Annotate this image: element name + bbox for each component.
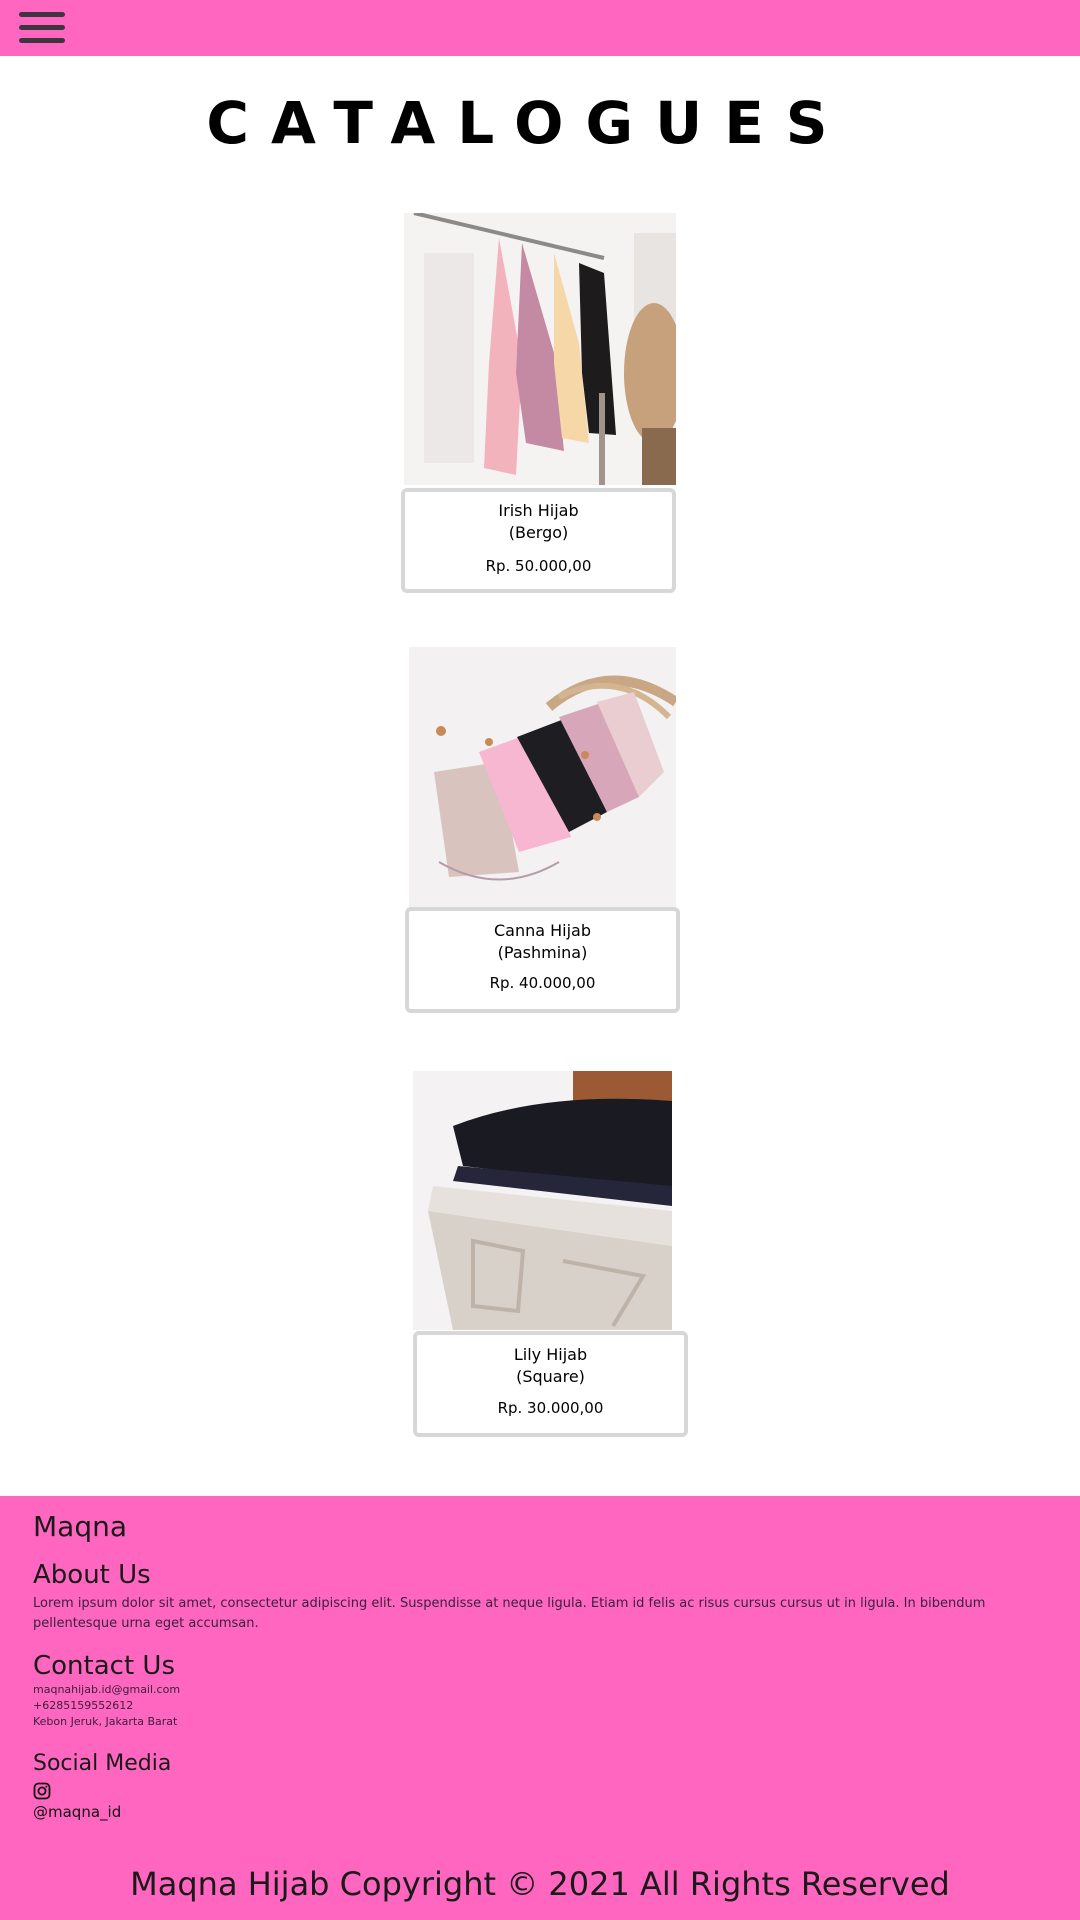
instagram-icon[interactable] — [33, 1782, 51, 1800]
hamburger-menu-icon[interactable] — [19, 10, 65, 44]
site-footer: Maqna About Us Lorem ipsum dolor sit ame… — [0, 1496, 1080, 1920]
product-image-irish-hijab[interactable] — [404, 213, 676, 485]
product-name: Canna Hijab — [493, 921, 592, 940]
product-subtype: (Square) — [516, 1367, 585, 1386]
product-price: Rp. 30.000,00 — [497, 1399, 604, 1417]
product-subtype: (Pashmina) — [497, 943, 588, 962]
product-subtype: (Bergo) — [508, 523, 569, 542]
product-card[interactable]: Lily Hijab (Square) Rp. 30.000,00 — [413, 1331, 688, 1437]
product-image-canna-hijab[interactable] — [409, 647, 676, 908]
contact-email[interactable]: maqnahijab.id@gmail.com — [33, 1682, 180, 1698]
product-price: Rp. 50.000,00 — [485, 557, 592, 575]
social-heading: Social Media — [33, 1751, 172, 1776]
product-card[interactable]: Canna Hijab (Pashmina) Rp. 40.000,00 — [405, 907, 680, 1013]
instagram-handle-link[interactable]: @maqna_id — [33, 1802, 121, 1822]
footer-brand: Maqna — [33, 1510, 127, 1543]
product-name: Irish Hijab — [498, 501, 579, 520]
about-heading: About Us — [33, 1560, 151, 1590]
product-image-lily-hijab[interactable] — [413, 1071, 672, 1330]
contact-heading: Contact Us — [33, 1651, 175, 1681]
contact-address: Kebon Jeruk, Jakarta Barat — [33, 1715, 178, 1728]
product-name: Lily Hijab — [513, 1345, 588, 1364]
copyright-text: Maqna Hijab Copyright © 2021 All Rights … — [130, 1865, 950, 1903]
contact-phone[interactable]: +6285159552612 — [33, 1698, 133, 1714]
about-text: Lorem ipsum dolor sit amet, consectetur … — [33, 1596, 986, 1631]
product-price: Rp. 40.000,00 — [489, 974, 596, 992]
top-navbar — [0, 0, 1080, 56]
page-title: CATALOGUES — [206, 89, 850, 157]
product-card[interactable]: Irish Hijab (Bergo) Rp. 50.000,00 — [401, 488, 676, 593]
